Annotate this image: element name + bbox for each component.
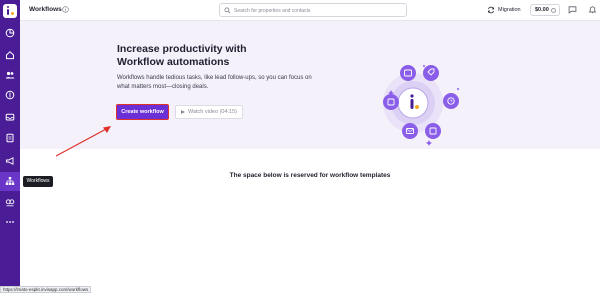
create-workflow-button[interactable]: Create workflow (116, 104, 169, 120)
balance-value: $0.00 (535, 7, 549, 13)
search-input[interactable] (234, 6, 402, 15)
sidebar (0, 0, 20, 293)
workflow-icon (5, 176, 15, 186)
analytics-icon[interactable] (5, 28, 15, 38)
documents-icon[interactable] (5, 133, 15, 143)
logo-bar (7, 9, 9, 15)
logo-dot (7, 6, 9, 8)
hero-description: Workflows handle tedious tasks, like lea… (117, 75, 312, 90)
migration-button[interactable]: Migration (487, 5, 521, 15)
billing-icon[interactable] (5, 90, 15, 100)
coin-icon (551, 7, 556, 13)
annotation-arrow (55, 126, 111, 157)
status-bar-url: https://lmato-espkt.invisapp.com/workflo… (0, 286, 92, 293)
watch-video-button[interactable]: Watch video (04:15) (175, 105, 243, 119)
more-icon[interactable] (5, 217, 15, 227)
migration-icon (488, 6, 494, 14)
chat-icon[interactable] (568, 5, 577, 14)
watch-video-label: Watch video (04:15) (187, 109, 237, 115)
play-icon (180, 110, 185, 114)
info-icon[interactable] (62, 6, 69, 13)
app-window: Workflows Workflows Migration $0.00 I In… (0, 0, 600, 293)
page-title: Workflows (29, 6, 62, 13)
contacts-icon[interactable] (5, 70, 15, 80)
search-box (219, 3, 407, 17)
balance-button[interactable]: $0.00 (530, 4, 560, 16)
top-bar: Workflows Migration $0.00 I (20, 0, 600, 21)
workflow-illustration (358, 41, 468, 151)
sidebar-item-workflows[interactable] (0, 172, 20, 191)
migration-label: Migration (498, 7, 521, 13)
home-icon[interactable] (5, 50, 15, 60)
search-icon (224, 7, 231, 14)
logo-accent-dot (11, 12, 14, 15)
inbox-icon[interactable] (5, 112, 15, 122)
hero-title: Increase productivity with Workflow auto… (117, 43, 247, 68)
app-logo[interactable] (3, 4, 17, 18)
templates-heading: The space below is reserved for workflow… (229, 172, 391, 179)
megaphone-icon[interactable] (5, 156, 15, 166)
integrations-icon[interactable] (5, 197, 15, 207)
bell-icon[interactable] (588, 5, 597, 14)
